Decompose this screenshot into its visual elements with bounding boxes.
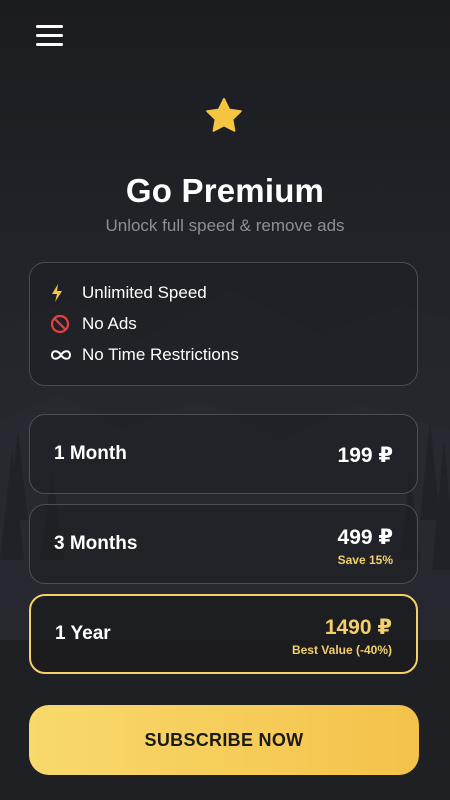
- lightning-icon: [50, 283, 74, 303]
- feature-label: Unlimited Speed: [82, 283, 207, 302]
- feature-label: No Time Restrictions: [82, 345, 239, 364]
- feature-no-time-restrictions: No Time Restrictions: [50, 345, 239, 365]
- plan-3-months[interactable]: 3 Months 499 ₽ Save 15%: [29, 504, 418, 584]
- feature-label: No Ads: [82, 314, 137, 333]
- no-entry-icon: [50, 314, 74, 334]
- feature-unlimited-speed: Unlimited Speed: [50, 283, 207, 303]
- features-card: Unlimited Speed No Ads No Time Restricti…: [29, 262, 418, 386]
- plan-name: 3 Months: [54, 533, 138, 554]
- page-subtitle: Unlock full speed & remove ads: [105, 216, 345, 235]
- plan-name: 1 Year: [55, 623, 111, 644]
- plan-price: 1490 ₽: [324, 616, 392, 639]
- infinity-icon: [50, 348, 74, 362]
- hamburger-menu-icon[interactable]: [36, 22, 70, 48]
- plan-price: 499 ₽: [337, 526, 393, 549]
- plan-1-month[interactable]: 1 Month 199 ₽: [29, 414, 418, 494]
- page-title: Go Premium: [125, 172, 325, 209]
- star-icon: [206, 98, 242, 132]
- subscribe-button[interactable]: SUBSCRIBE NOW: [29, 705, 419, 775]
- plan-discount-badge: Save 15%: [337, 553, 393, 567]
- feature-no-ads: No Ads: [50, 314, 137, 334]
- plan-1-year[interactable]: 1 Year 1490 ₽ Best Value (-40%): [29, 594, 418, 674]
- plan-price: 199 ₽: [337, 444, 393, 467]
- plan-name: 1 Month: [54, 443, 127, 464]
- plan-best-value-badge: Best Value (-40%): [291, 643, 392, 657]
